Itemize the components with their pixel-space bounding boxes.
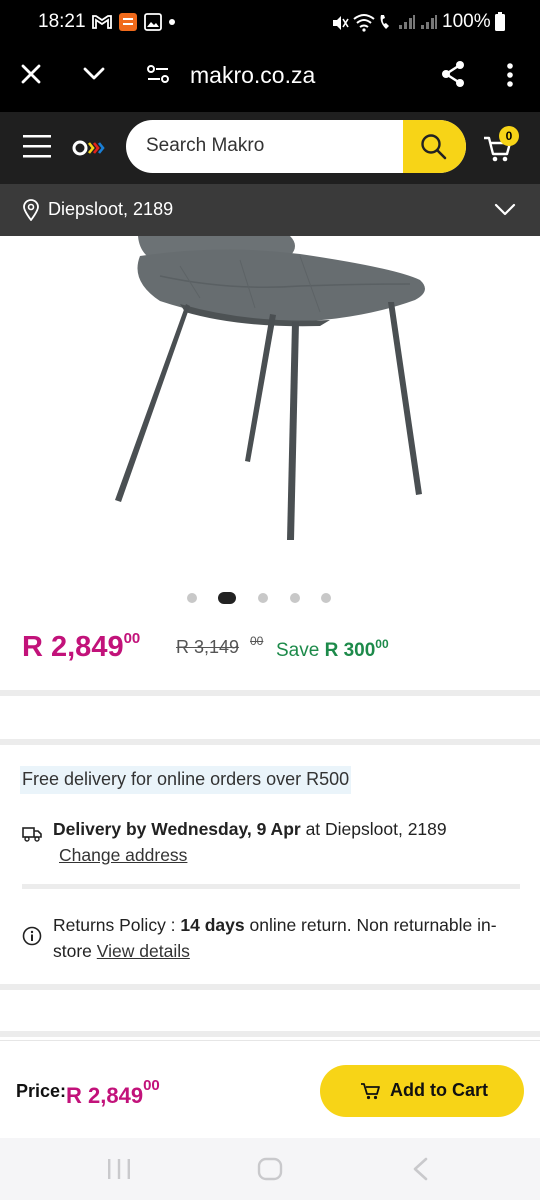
search-bar[interactable]: Search Makro xyxy=(126,120,466,173)
old-price: R 3,149 xyxy=(176,637,240,657)
delivery-estimate: Delivery by Wednesday, 9 Apr at Diepsloo… xyxy=(53,819,447,865)
site-settings-icon[interactable] xyxy=(146,64,170,84)
chevron-down-icon[interactable] xyxy=(82,66,106,82)
makro-logo-icon[interactable] xyxy=(72,140,106,156)
savings-text: Save R 30000 xyxy=(276,637,389,661)
location-bar[interactable]: Diepsloot, 2189 xyxy=(0,184,540,236)
sticky-price: R 2,84900 xyxy=(66,1077,160,1108)
section-divider xyxy=(0,690,540,696)
cart-count-badge: 0 xyxy=(499,126,519,146)
price-label: Price: xyxy=(16,1081,67,1101)
section-divider xyxy=(0,984,540,990)
more-vert-icon[interactable] xyxy=(505,62,515,88)
chair-image xyxy=(115,236,425,540)
battery-percent: 100% xyxy=(442,11,491,32)
delivery-truck-icon xyxy=(22,827,42,842)
site-header: Search Makro 0 xyxy=(0,112,540,184)
url-text[interactable]: makro.co.za xyxy=(190,62,315,89)
location-pin-icon xyxy=(23,199,39,221)
status-time: 18:21 xyxy=(38,11,86,32)
close-icon[interactable] xyxy=(20,63,42,85)
section-divider xyxy=(0,739,540,745)
notification-icons xyxy=(92,12,176,32)
sticky-cart-bar: Price: R 2,84900 Add to Cart xyxy=(0,1040,540,1138)
section-divider xyxy=(0,1031,540,1037)
back-icon[interactable] xyxy=(410,1157,430,1181)
gallery-icon xyxy=(144,13,162,31)
search-button[interactable] xyxy=(403,120,466,173)
image-carousel-dots xyxy=(0,590,540,606)
carousel-dot[interactable] xyxy=(321,593,331,603)
carousel-dot-active[interactable] xyxy=(218,592,236,604)
carousel-dot[interactable] xyxy=(187,593,197,603)
wifi-call-icon xyxy=(380,15,389,29)
search-input[interactable]: Search Makro xyxy=(146,135,264,157)
mute-icon xyxy=(333,16,349,30)
carousel-dot[interactable] xyxy=(290,593,300,603)
free-delivery-banner: Free delivery for online orders over R50… xyxy=(20,766,352,794)
cart-icon xyxy=(361,1083,380,1100)
recent-apps-icon[interactable] xyxy=(106,1158,132,1180)
share-icon[interactable] xyxy=(440,60,466,88)
hamburger-menu-icon[interactable] xyxy=(22,133,52,159)
carousel-dot[interactable] xyxy=(258,593,268,603)
status-bar: 18:21 100% xyxy=(0,0,540,46)
old-price-cents: 00 xyxy=(250,634,264,648)
section-divider xyxy=(22,884,520,889)
view-details-link[interactable]: View details xyxy=(97,941,190,961)
browser-toolbar: makro.co.za xyxy=(0,46,540,112)
signal-2-icon xyxy=(421,15,437,29)
search-icon xyxy=(421,134,447,160)
dot-icon xyxy=(169,19,175,25)
location-text: Diepsloot, 2189 xyxy=(48,199,174,219)
add-to-cart-label: Add to Cart xyxy=(390,1080,488,1100)
add-to-cart-button[interactable]: Add to Cart xyxy=(320,1065,524,1117)
battery-icon xyxy=(495,12,505,31)
home-icon[interactable] xyxy=(257,1157,283,1181)
wifi-icon xyxy=(353,14,375,32)
gmail-icon xyxy=(92,15,112,29)
product-image[interactable] xyxy=(0,236,540,576)
system-navigation-bar xyxy=(0,1138,540,1200)
app-notification-icon xyxy=(119,13,137,31)
returns-policy: Returns Policy : 14 days online return. … xyxy=(53,915,497,961)
info-icon xyxy=(22,926,42,946)
signal-1-icon xyxy=(399,15,415,29)
current-price: R 2,84900 xyxy=(22,630,141,663)
chevron-down-icon[interactable] xyxy=(494,203,516,217)
change-address-link[interactable]: Change address xyxy=(59,845,187,865)
